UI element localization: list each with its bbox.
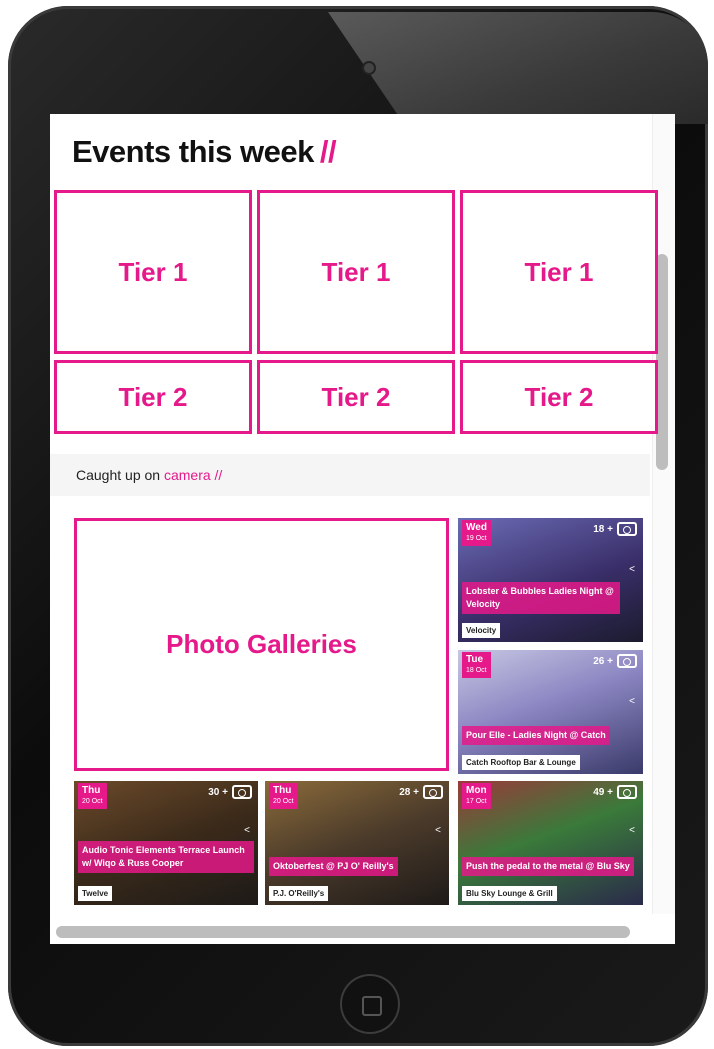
event-date-badge: Mon 17 Oct	[462, 783, 491, 809]
event-venue[interactable]: Twelve	[78, 886, 113, 901]
tier1-slot-2[interactable]: Tier 1	[257, 190, 455, 354]
photo-count: 28 +	[399, 787, 419, 798]
photo-galleries-slot[interactable]: Photo Galleries	[74, 518, 449, 771]
camera-icon	[423, 785, 443, 799]
caught-up-prefix: Caught up on	[76, 467, 161, 483]
camera-link[interactable]: camera	[164, 467, 211, 483]
gallery-card-twelve[interactable]: Thu 20 Oct 30 + < Audio Tonic Elements Te…	[74, 781, 258, 905]
tier2-label: Tier 2	[118, 381, 188, 412]
event-venue[interactable]: Catch Rooftop Bar & Lounge	[462, 755, 580, 770]
camera-icon	[617, 654, 637, 668]
camera-icon	[617, 785, 637, 799]
event-date-badge: Tue 18 Oct	[462, 652, 491, 678]
camera-icon	[617, 522, 637, 536]
tier1-label: Tier 1	[118, 256, 188, 287]
event-title[interactable]: Pour Elle - Ladies Night @ Catch	[462, 726, 610, 745]
gallery-card-velocity[interactable]: Wed 19 Oct 18 + < Lobster & Bubbles Ladie…	[458, 518, 643, 642]
share-icon[interactable]: <	[629, 696, 635, 707]
photo-galleries-label: Photo Galleries	[166, 629, 357, 659]
gallery-card-blu-sky[interactable]: Mon 17 Oct 49 + < Push the pedal to the m…	[458, 781, 643, 905]
page-title-text: Events this week	[72, 134, 314, 169]
caught-up-slashes: //	[214, 467, 223, 483]
tier1-label: Tier 1	[524, 256, 594, 287]
caught-up-heading: Caught up on camera //	[76, 467, 222, 483]
event-date-badge: Thu 20 Oct	[269, 783, 298, 809]
tier2-label: Tier 2	[524, 381, 594, 412]
horizontal-scrollbar[interactable]	[56, 926, 630, 938]
photo-count: 30 +	[208, 787, 228, 798]
share-icon[interactable]: <	[244, 825, 250, 836]
share-icon[interactable]: <	[629, 825, 635, 836]
tier2-slot-1[interactable]: Tier 2	[54, 360, 252, 434]
gallery-card-catch[interactable]: Tue 18 Oct 26 + < Pour Elle - Ladies Nigh…	[458, 650, 643, 774]
event-title[interactable]: Lobster & Bubbles Ladies Night @ Velocit…	[462, 582, 620, 614]
page-title-slashes: //	[319, 134, 337, 169]
event-title[interactable]: Oktoberfest @ PJ O' Reilly's	[269, 857, 398, 876]
share-icon[interactable]: <	[435, 825, 441, 836]
tier1-label: Tier 1	[321, 256, 391, 287]
event-venue[interactable]: P.J. O'Reilly's	[269, 886, 329, 901]
event-date-badge: Thu 20 Oct	[78, 783, 107, 809]
photo-count: 26 +	[593, 656, 613, 667]
home-button[interactable]	[340, 974, 400, 1034]
gallery-card-pj-oreillys[interactable]: Thu 20 Oct 28 + < Oktoberfest @ PJ O' Rei…	[265, 781, 449, 905]
photo-count: 49 +	[593, 787, 613, 798]
event-title[interactable]: Push the pedal to the metal @ Blu Sky	[462, 857, 634, 876]
tier2-label: Tier 2	[321, 381, 391, 412]
event-title[interactable]: Audio Tonic Elements Terrace Launch w/ W…	[78, 841, 254, 873]
screen: Events this week// Tier 1 Tier 1 Tier 1 …	[50, 114, 675, 944]
tier2-slot-3[interactable]: Tier 2	[460, 360, 658, 434]
share-icon[interactable]: <	[629, 564, 635, 575]
tier1-slot-1[interactable]: Tier 1	[54, 190, 252, 354]
event-date-badge: Wed 19 Oct	[462, 520, 491, 546]
tier2-slot-2[interactable]: Tier 2	[257, 360, 455, 434]
page-title: Events this week//	[72, 134, 337, 170]
camera-icon	[232, 785, 252, 799]
tablet-sheen	[328, 12, 708, 124]
event-venue[interactable]: Blu Sky Lounge & Grill	[462, 886, 557, 901]
front-camera-icon	[364, 63, 374, 73]
event-venue[interactable]: Velocity	[462, 623, 501, 638]
tier1-slot-3[interactable]: Tier 1	[460, 190, 658, 354]
photo-count: 18 +	[593, 524, 613, 535]
